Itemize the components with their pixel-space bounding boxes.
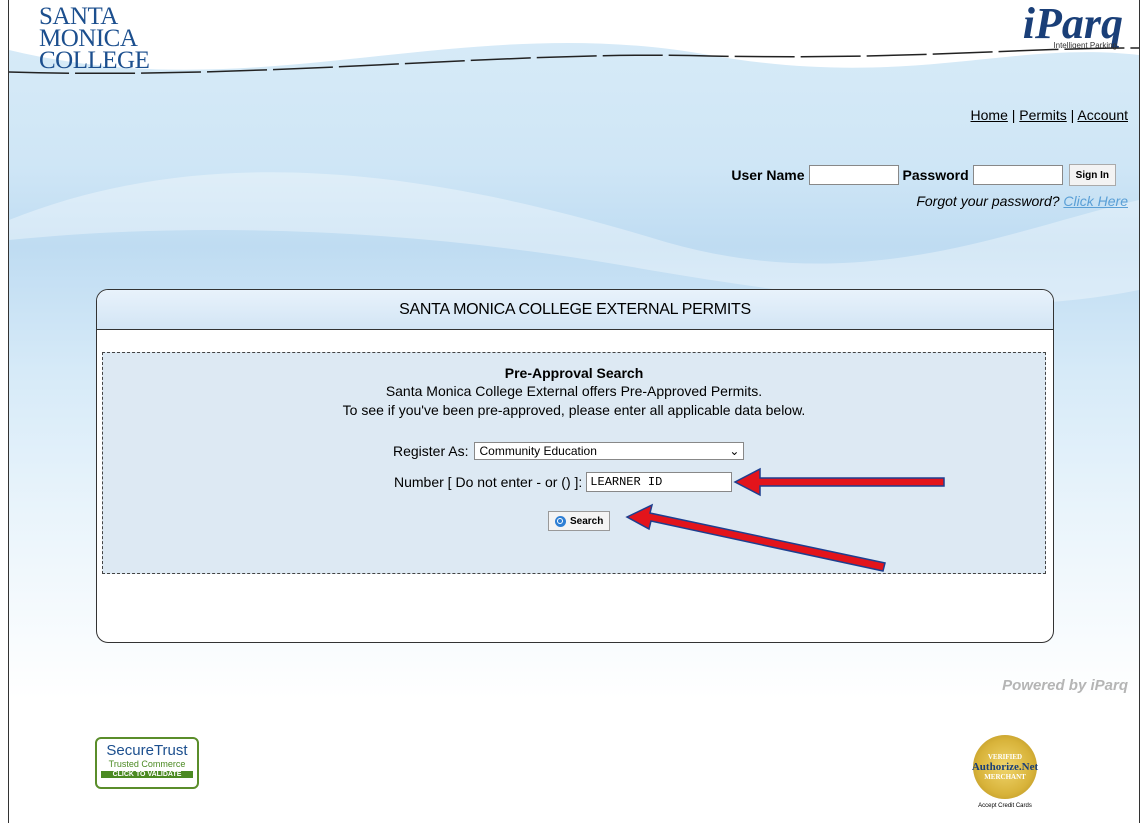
seal-top-text: VERIFIED (987, 753, 1023, 761)
chevron-down-icon: ⌄ (729, 444, 740, 458)
securetrust-badge[interactable]: SecureTrust Trusted Commerce CLICK TO VA… (95, 737, 199, 789)
search-description-line-1: Santa Monica College External offers Pre… (385, 383, 763, 399)
seal-name: Authorize.Net (971, 761, 1039, 773)
search-icon (555, 515, 566, 527)
register-as-label: Register As: (393, 443, 469, 459)
sign-in-button[interactable]: Sign In (1068, 164, 1116, 186)
register-as-select[interactable]: Community Education ⌄ (474, 442, 745, 460)
securetrust-sub: Trusted Commerce (108, 759, 186, 769)
password-input[interactable] (972, 165, 1063, 185)
seal-bottom-text: MERCHANT (984, 773, 1026, 781)
nav-account-link[interactable]: Account (1077, 107, 1128, 123)
top-nav: Home | Permits | Account (971, 107, 1128, 123)
register-as-value: Community Education (479, 444, 597, 458)
santa-monica-college-logo[interactable]: SANTA MONICA COLLEGE (39, 4, 169, 74)
powered-by-iparq: Powered by iParq (1002, 677, 1128, 694)
authorize-net-seal-icon: VERIFIED Authorize.Net MERCHANT (971, 735, 1039, 799)
search-description-line-2: To see if you've been pre-approved, plea… (342, 402, 806, 418)
username-label: User Name (731, 167, 805, 183)
search-button-label: Search (570, 515, 604, 527)
forgot-password-link[interactable]: Click Here (1063, 193, 1128, 209)
forgot-password: Forgot your password? Click Here (916, 193, 1128, 209)
nav-home-link[interactable]: Home (971, 107, 1008, 123)
number-row: Number [ Do not enter - or () ]: LEARNER… (394, 472, 733, 492)
logo-line-3: COLLEGE (39, 47, 150, 74)
securetrust-cta: CLICK TO VALIDATE (101, 771, 193, 778)
number-label: Number [ Do not enter - or () ]: (394, 474, 583, 490)
pre-approval-search-box: Pre-Approval Search Santa Monica College… (102, 352, 1046, 574)
number-input[interactable]: LEARNER ID (586, 472, 733, 492)
register-as-row: Register As: Community Education ⌄ (393, 442, 745, 460)
iparq-logo[interactable]: iParq Intelligent Parking (1023, 2, 1123, 50)
panel-title: SANTA MONICA COLLEGE EXTERNAL PERMITS (97, 290, 1053, 330)
password-label: Password (902, 167, 969, 183)
search-button[interactable]: Search (548, 511, 611, 531)
forgot-password-text: Forgot your password? (916, 193, 1060, 209)
username-input[interactable] (808, 165, 899, 185)
search-title: Pre-Approval Search (504, 365, 644, 381)
login-form: User Name Password Sign In (731, 164, 1116, 186)
authorize-net-seal[interactable]: VERIFIED Authorize.Net MERCHANT Accept C… (970, 735, 1040, 810)
external-permits-panel: SANTA MONICA COLLEGE EXTERNAL PERMITS Pr… (96, 289, 1054, 643)
securetrust-name: SecureTrust (106, 742, 188, 759)
seal-caption: Accept Credit Cards (978, 803, 1032, 809)
nav-permits-link[interactable]: Permits (1019, 107, 1066, 123)
nav-separator: | (1070, 107, 1075, 123)
nav-separator: | (1011, 107, 1016, 123)
